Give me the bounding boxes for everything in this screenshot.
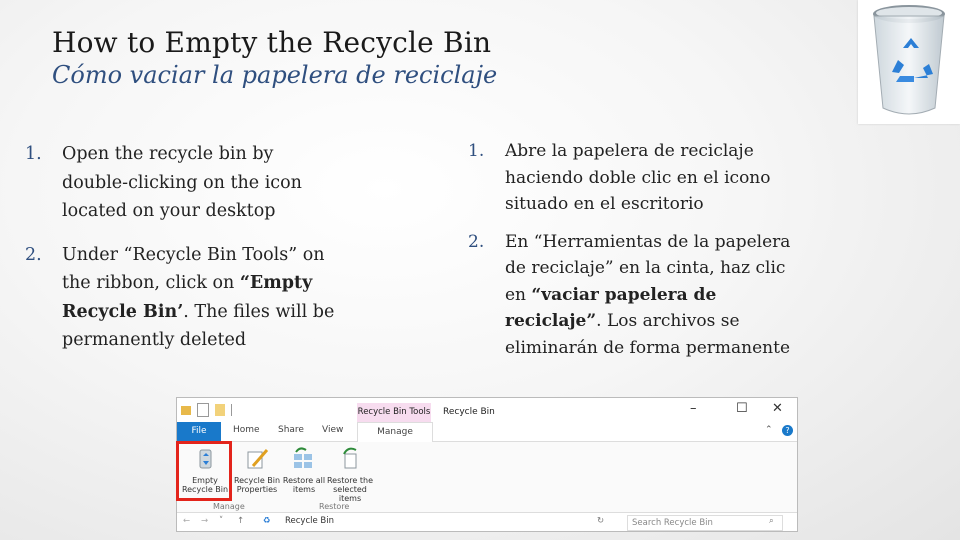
search-icon: ⌕ [769,516,774,526]
step-text: Abre la papelera de reciclaje haciendo d… [505,141,771,214]
highlight-box [176,441,232,501]
explorer-window-screenshot: Recycle Bin Tools Recycle Bin – ☐ ✕ File… [176,397,798,532]
group-label-manage: Manage [213,502,245,511]
help-icon[interactable]: ? [782,425,793,436]
step-number: 1. [468,141,485,161]
tab-file[interactable]: File [177,422,221,441]
steps-english: 1. Open the recycle bin by double-clicki… [25,140,345,370]
slide-subtitle: Cómo vaciar la papelera de reciclaje [52,61,498,89]
minimize-icon[interactable]: – [690,401,697,416]
tab-share[interactable]: Share [278,425,304,435]
properties-icon [243,446,271,472]
recycle-bin-properties-button[interactable]: Recycle Bin Properties [230,446,284,494]
title-bar: Recycle Bin Tools Recycle Bin – ☐ ✕ [177,398,797,422]
recycle-bin-tools-context-tab[interactable]: Recycle Bin Tools [357,403,431,422]
group-label-restore: Restore [319,502,350,511]
button-label: Restore the selected items [326,476,374,503]
tab-view[interactable]: View [322,425,343,435]
ribbon: Empty Recycle Bin Recycle Bin Properties… [177,442,797,513]
breadcrumb-address[interactable]: Recycle Bin [285,516,334,526]
step-number: 1. [25,144,42,164]
properties-icon[interactable] [197,403,209,417]
new-folder-icon[interactable] [215,404,225,416]
step-number: 2. [25,244,42,265]
close-icon[interactable]: ✕ [772,401,783,416]
recycle-bin-small-icon: ♻ [263,516,271,526]
ribbon-tabs: File Home Share View Manage ⌃ ? [177,422,797,442]
restore-selected-items-button[interactable]: Restore the selected items [323,446,377,503]
collapse-ribbon-icon[interactable]: ⌃ [765,425,773,435]
maximize-icon[interactable]: ☐ [736,401,748,416]
slide-title: How to Empty the Recycle Bin [52,26,492,59]
steps-spanish: 1. Abre la papelera de reciclaje haciend… [468,138,798,372]
restore-all-icon [290,446,318,472]
refresh-icon[interactable]: ↻ [597,516,604,526]
address-bar-row: ← → ˅ ↑ ♻ Recycle Bin ↻ Search Recycle B… [177,514,797,531]
step-number: 2. [468,231,485,252]
list-item: 2. Under “Recycle Bin Tools” on the ribb… [25,241,345,355]
separator-icon [231,404,232,416]
back-arrow-icon[interactable]: ← [183,516,190,526]
restore-selected-icon [336,446,364,472]
button-label: Recycle Bin Properties [233,476,281,494]
tab-manage[interactable]: Manage [357,422,433,442]
button-label: Restore all items [282,476,326,494]
list-item: 1. Abre la papelera de reciclaje haciend… [468,138,798,218]
list-item: 1. Open the recycle bin by double-clicki… [25,140,345,226]
search-input[interactable]: Search Recycle Bin [627,515,783,531]
step-text: Open the recycle bin by double-clicking … [62,144,302,221]
list-item: 2. En “Herramientas de la papelera de re… [468,229,798,362]
folder-icon[interactable] [181,405,191,415]
forward-arrow-icon[interactable]: → [201,516,208,526]
tab-home[interactable]: Home [233,425,260,435]
recycle-bin-icon [858,0,960,124]
quick-access-toolbar [181,403,232,417]
up-arrow-icon[interactable]: ↑ [237,516,244,526]
recent-dropdown-icon[interactable]: ˅ [219,516,223,526]
window-title: Recycle Bin [443,407,495,417]
